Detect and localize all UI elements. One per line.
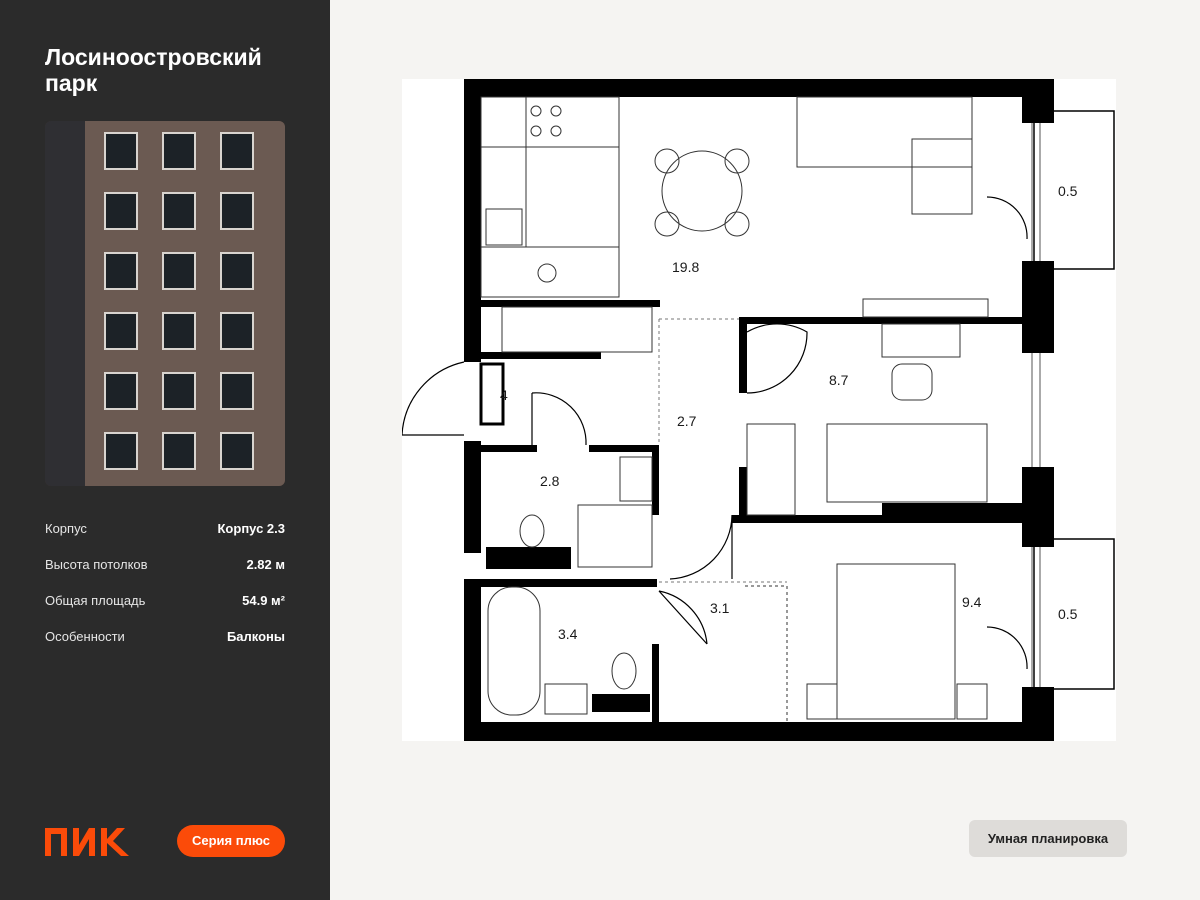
room-area-kitchen-living: 19.8: [672, 259, 699, 275]
info-row-total-area: Общая площадь 54.9 м²: [45, 593, 285, 613]
building-window: [220, 192, 254, 230]
building-window: [104, 132, 138, 170]
building-window: [162, 432, 196, 470]
building-window: [104, 192, 138, 230]
building-window: [104, 312, 138, 350]
building-window: [220, 252, 254, 290]
complex-title: Лосиноостровский парк: [45, 44, 262, 96]
room-area-closet: 3.1: [710, 600, 730, 616]
building-window: [104, 432, 138, 470]
info-value: 54.9 м²: [242, 593, 285, 608]
floor-plan: 19.8 4 2.8 2.7 8.7 3.4 3.1 9.4 0.5 0.5: [401, 79, 1116, 741]
room-area-corridor: 2.7: [677, 413, 697, 429]
room-area-bathroom: 3.4: [558, 626, 578, 642]
info-value: Корпус 2.3: [217, 521, 286, 536]
building-window: [220, 132, 254, 170]
building-window: [162, 252, 196, 290]
building-window: [104, 252, 138, 290]
pik-logo[interactable]: [45, 828, 129, 856]
room-area-bedroom-1: 8.7: [829, 372, 849, 388]
info-row-building: Корпус Корпус 2.3: [45, 521, 285, 541]
info-label: Особенности: [45, 629, 125, 644]
info-label: Корпус: [45, 521, 87, 536]
building-window: [220, 312, 254, 350]
building-window: [220, 372, 254, 410]
building-window: [162, 192, 196, 230]
building-window: [162, 372, 196, 410]
info-label: Общая площадь: [45, 593, 146, 608]
room-area-balcony-2: 0.5: [1058, 606, 1078, 622]
info-label: Высота потолков: [45, 557, 148, 572]
building-window: [220, 432, 254, 470]
building-window: [162, 132, 196, 170]
room-area-bathroom-small: 2.8: [540, 473, 560, 489]
building-photo: [45, 121, 285, 486]
building-window: [162, 312, 196, 350]
room-area-balcony-1: 0.5: [1058, 183, 1078, 199]
info-row-features: Особенности Балконы: [45, 629, 285, 649]
sidebar: Лосиноостровский парк Корпус Корпус 2.3 …: [0, 0, 330, 900]
info-value: Балконы: [226, 629, 285, 644]
info-row-ceiling-height: Высота потолков 2.82 м: [45, 557, 285, 577]
room-area-hall: 4: [500, 387, 508, 403]
smart-layout-button[interactable]: Умная планировка: [969, 820, 1127, 857]
room-area-bedroom-2: 9.4: [962, 594, 982, 610]
series-button[interactable]: Серия плюс: [177, 825, 285, 857]
info-value: 2.82 м: [246, 557, 285, 572]
building-window: [104, 372, 138, 410]
